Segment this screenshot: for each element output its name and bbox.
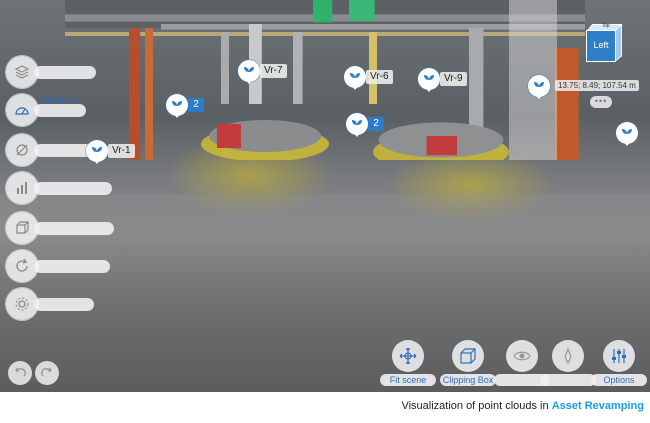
redo-icon xyxy=(41,367,52,377)
fit-scene-icon xyxy=(392,340,424,372)
measure-icon xyxy=(6,94,38,126)
redo-button[interactable] xyxy=(35,361,59,385)
plant-icon xyxy=(238,60,260,84)
box-icon xyxy=(6,212,38,244)
pen-icon xyxy=(552,340,584,372)
caption: Visualization of point clouds in Asset R… xyxy=(401,400,644,412)
plant-icon xyxy=(616,122,638,146)
marker-label: Vr-7 xyxy=(260,64,287,78)
caption-text: Visualization of point clouds in xyxy=(401,400,552,412)
fit-scene-button[interactable]: Fit scene xyxy=(380,340,436,388)
plant-icon xyxy=(344,66,366,90)
clipping-box-button[interactable]: Clipping Box xyxy=(440,340,496,388)
coordinate-readout: 13.75; 8.49; 107.54 m xyxy=(555,80,639,91)
marker-label: Vr-1 xyxy=(108,144,135,158)
layers-icon xyxy=(6,56,38,88)
settings-icon xyxy=(6,288,38,320)
clipping-box-label: Clipping Box xyxy=(440,374,496,386)
plant-icon xyxy=(528,75,550,99)
marker-count-badge: 2 xyxy=(368,117,384,131)
section-icon xyxy=(6,134,38,166)
chart-icon xyxy=(6,172,38,204)
undo-button[interactable] xyxy=(8,361,32,385)
cube-front-label: Left xyxy=(593,40,609,50)
plant-icon xyxy=(346,113,368,137)
marker-count-badge: 2 xyxy=(188,98,204,112)
plant-icon xyxy=(418,68,440,92)
eye-icon xyxy=(506,340,538,372)
cube-front-face[interactable]: Left xyxy=(586,30,616,62)
tool-measure-label: Measure xyxy=(42,95,78,105)
annotate-label xyxy=(540,374,596,386)
marker-label: Vr-6 xyxy=(366,70,393,84)
undo-icon xyxy=(15,367,26,377)
options-label: Options xyxy=(591,374,647,386)
sliders-icon xyxy=(603,340,635,372)
options-button[interactable]: Options xyxy=(591,340,647,388)
caption-highlight: Asset Revamping xyxy=(551,400,644,412)
plant-icon xyxy=(86,140,108,164)
annotate-button[interactable] xyxy=(540,340,596,388)
navigation-cube[interactable]: Top Left xyxy=(585,23,623,62)
fit-scene-label: Fit scene xyxy=(380,374,436,386)
marker-label: Vr-9 xyxy=(440,72,467,86)
pipe-rack-background xyxy=(65,0,585,160)
plant-icon xyxy=(166,94,188,118)
more-options-button[interactable]: ••• xyxy=(590,96,612,108)
refresh-icon xyxy=(6,250,38,282)
clipping-box-icon xyxy=(452,340,484,372)
point-cloud-viewport[interactable] xyxy=(0,0,650,392)
cube-side-face[interactable] xyxy=(615,24,622,62)
